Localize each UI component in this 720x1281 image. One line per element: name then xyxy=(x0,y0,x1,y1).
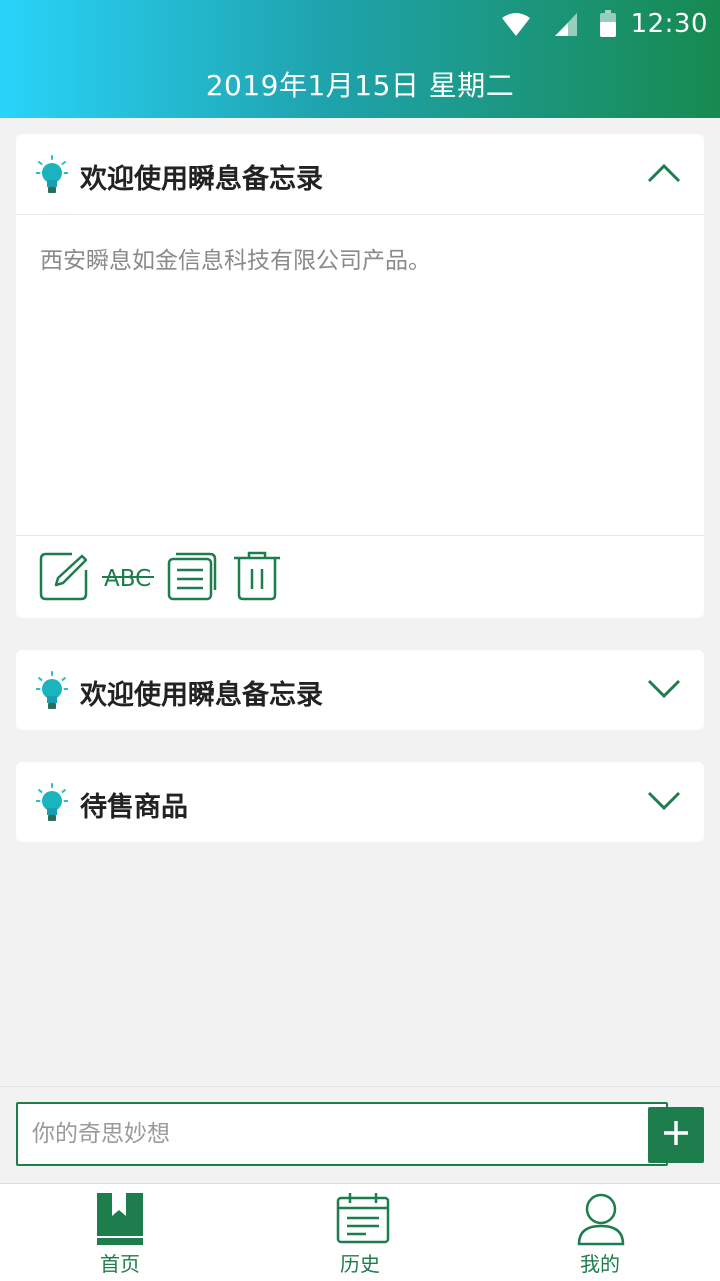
lightbulb-icon xyxy=(35,671,69,711)
memo-card-header[interactable]: 待售商品 xyxy=(16,762,704,842)
plus-icon xyxy=(663,1120,689,1150)
tab-profile[interactable]: 我的 xyxy=(480,1184,720,1281)
wifi-icon xyxy=(501,11,531,37)
edit-icon[interactable] xyxy=(38,550,90,606)
lightbulb-icon xyxy=(35,155,69,195)
add-button[interactable] xyxy=(648,1107,704,1163)
chevron-down-icon[interactable] xyxy=(646,678,682,700)
memo-card-header[interactable]: 欢迎使用瞬息备忘录 xyxy=(16,650,704,730)
strikethrough-label: ABC xyxy=(104,566,151,592)
copy-icon[interactable] xyxy=(166,550,218,606)
memo-title: 待售商品 xyxy=(80,792,188,823)
tab-label: 首页 xyxy=(100,1252,140,1276)
chevron-down-icon[interactable] xyxy=(646,790,682,812)
app-header: 12:30 2019年1月15日 星期二 xyxy=(0,0,720,118)
clock: 12:30 xyxy=(630,9,708,39)
tab-label: 历史 xyxy=(340,1252,380,1276)
tab-home[interactable]: 首页 xyxy=(0,1184,240,1281)
new-memo-bar xyxy=(0,1086,720,1184)
memo-card: 欢迎使用瞬息备忘录 xyxy=(16,650,704,730)
chevron-up-icon[interactable] xyxy=(646,162,682,184)
lightbulb-icon xyxy=(35,783,69,823)
tab-label: 我的 xyxy=(580,1252,620,1276)
status-bar: 12:30 xyxy=(0,0,720,48)
memo-card: 欢迎使用瞬息备忘录 西安瞬息如金信息科技有限公司产品。 ABC xyxy=(16,134,704,618)
trash-icon[interactable] xyxy=(232,550,282,606)
strikethrough-icon[interactable]: ABC xyxy=(102,562,154,596)
tab-history[interactable]: 历史 xyxy=(240,1184,480,1281)
memo-toolbar: ABC xyxy=(16,535,704,618)
memo-card-header[interactable]: 欢迎使用瞬息备忘录 xyxy=(16,134,704,214)
idea-input[interactable] xyxy=(16,1102,668,1166)
bottom-tab-bar: 首页 历史 我的 xyxy=(0,1183,720,1281)
memo-content: 西安瞬息如金信息科技有限公司产品。 xyxy=(40,248,431,274)
memo-card: 待售商品 xyxy=(16,762,704,842)
battery-icon xyxy=(599,10,617,38)
page-title: 2019年1月15日 星期二 xyxy=(205,69,515,102)
signal-icon xyxy=(553,11,579,37)
memo-title: 欢迎使用瞬息备忘录 xyxy=(80,164,323,195)
memo-content-area[interactable]: 西安瞬息如金信息科技有限公司产品。 xyxy=(16,214,704,535)
memo-title: 欢迎使用瞬息备忘录 xyxy=(80,680,323,711)
